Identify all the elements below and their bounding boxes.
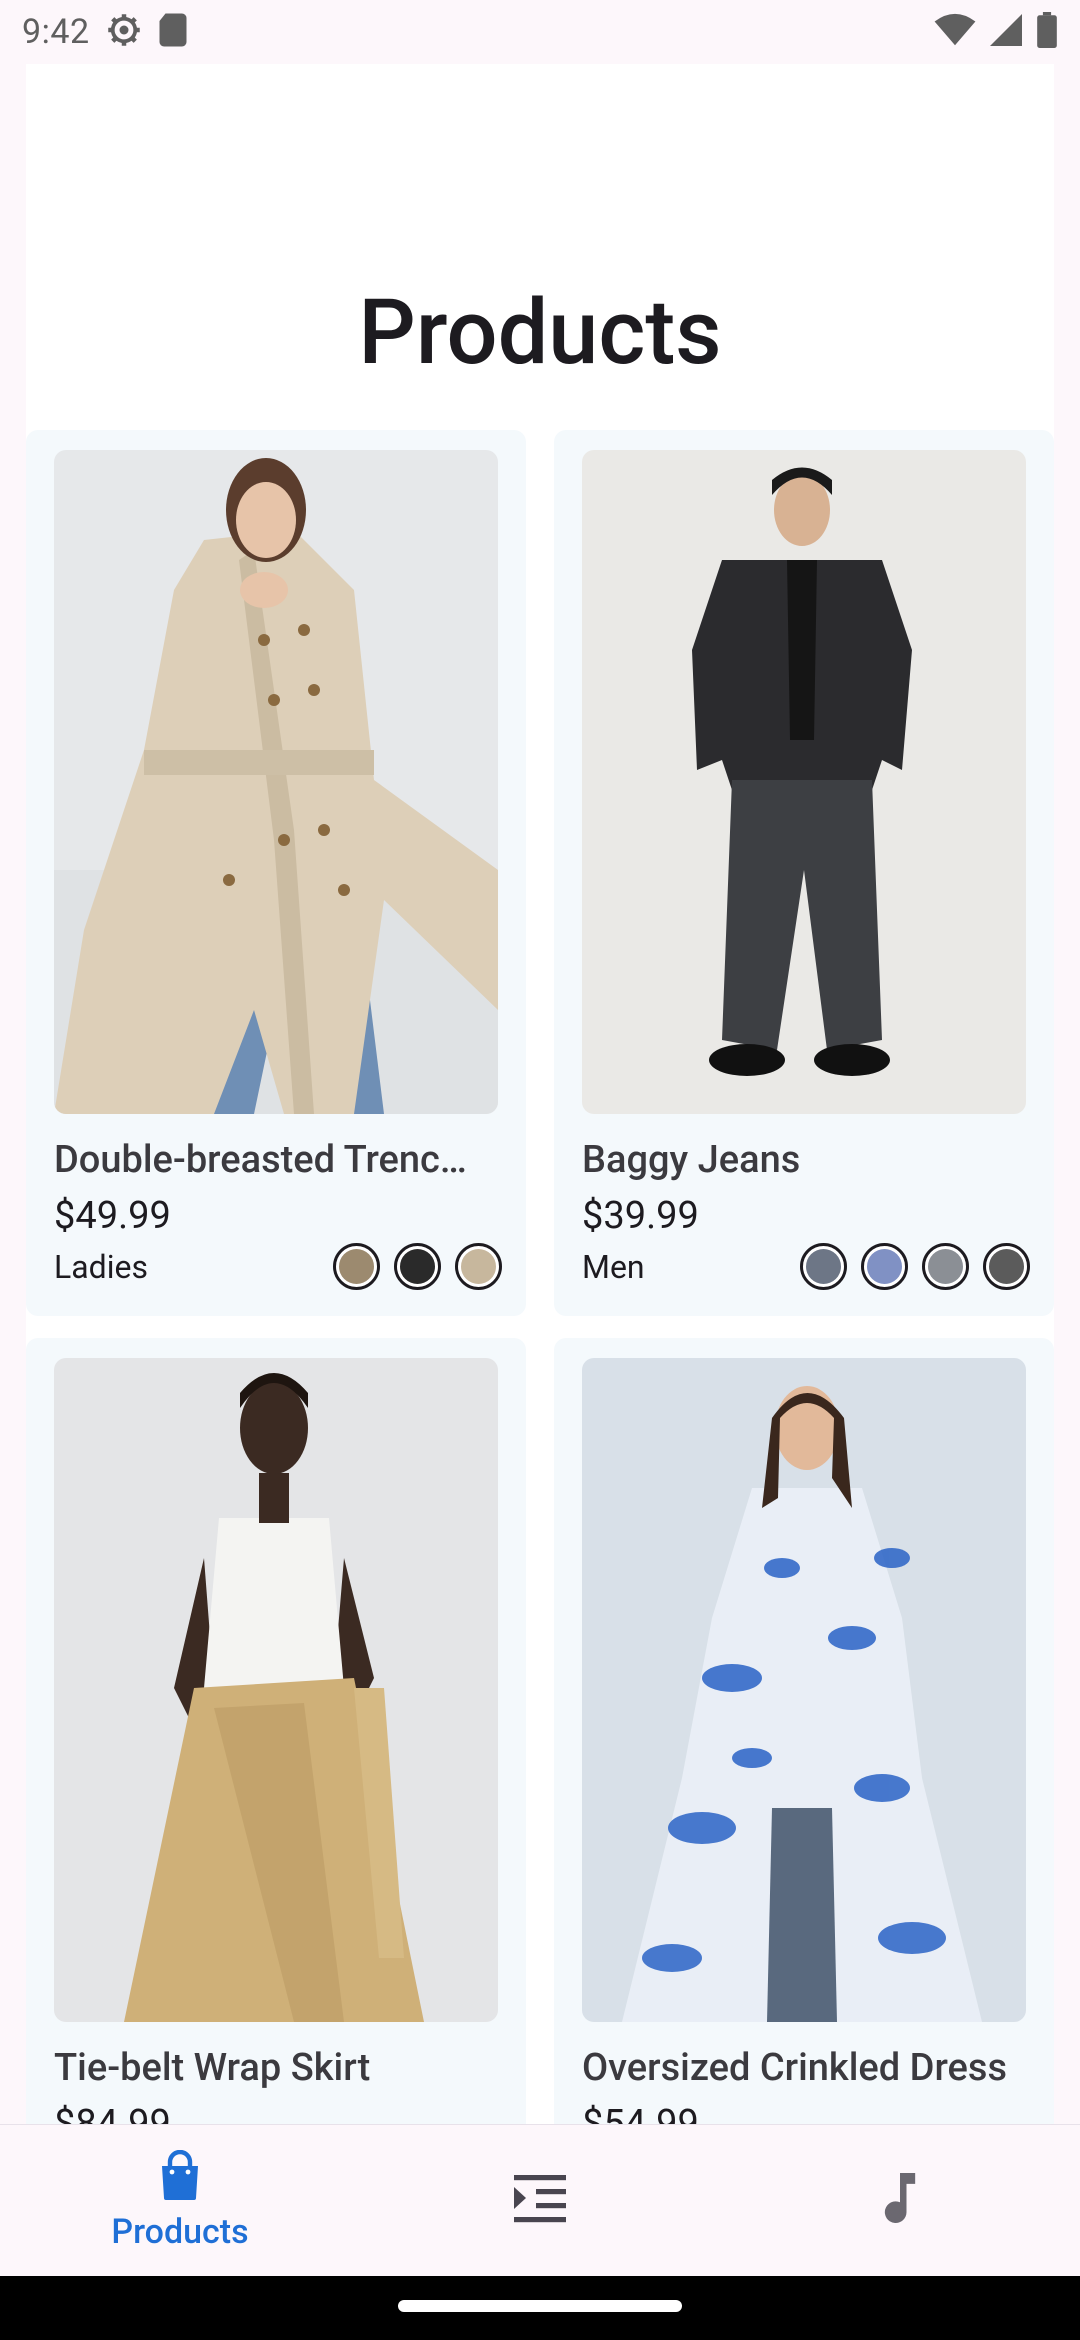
product-price: $49.99	[54, 1194, 171, 1238]
product-price: $39.99	[582, 1194, 699, 1238]
product-image	[54, 1358, 498, 2022]
product-card[interactable]: Baggy Jeans $39.99 Men	[554, 430, 1054, 1316]
color-swatch[interactable]	[800, 1243, 847, 1290]
nav-label-products: Products	[111, 2211, 249, 2252]
page-title: Products	[358, 280, 722, 385]
swatch-color	[461, 1249, 496, 1284]
swatch-color	[400, 1249, 435, 1284]
gesture-navigation-area	[0, 2276, 1080, 2340]
product-title: Tie-belt Wrap Skirt	[54, 2046, 371, 2090]
product-card[interactable]: Double-breasted Trenc… $49.99 Ladies	[26, 430, 526, 1316]
product-title: Oversized Crinkled Dress	[582, 2046, 1007, 2090]
product-card[interactable]: Tie-belt Wrap Skirt $84.99	[26, 1338, 526, 2124]
product-category: Ladies	[54, 1248, 148, 1286]
bottom-navigation: Products	[0, 2124, 1080, 2276]
product-card[interactable]: Oversized Crinkled Dress $54.99	[554, 1338, 1054, 2124]
product-image	[54, 450, 498, 1114]
product-image	[582, 1358, 1026, 2022]
nav-item-music[interactable]	[720, 2125, 1080, 2276]
status-bar: 9:42	[0, 0, 1080, 64]
sd-card-icon	[158, 12, 188, 52]
color-swatch[interactable]	[394, 1243, 441, 1290]
product-category: Men	[582, 1248, 645, 1286]
swatch-color	[806, 1249, 841, 1284]
product-grid[interactable]: Double-breasted Trenc… $49.99 Ladies Bag…	[26, 430, 1054, 2124]
product-title: Baggy Jeans	[582, 1138, 801, 1182]
cell-signal-icon	[990, 13, 1022, 51]
swatch-color	[867, 1249, 902, 1284]
product-title: Double-breasted Trenc…	[54, 1138, 467, 1182]
nav-item-products[interactable]: Products	[0, 2125, 360, 2276]
status-time: 9:42	[22, 12, 90, 52]
product-price: $84.99	[54, 2102, 171, 2124]
color-swatch[interactable]	[333, 1243, 380, 1290]
shopping-bag-icon	[156, 2149, 204, 2206]
color-swatch[interactable]	[861, 1243, 908, 1290]
product-price: $54.99	[582, 2102, 699, 2124]
nav-item-list[interactable]	[360, 2125, 720, 2276]
color-swatch[interactable]	[455, 1243, 502, 1290]
home-gesture-pill[interactable]	[398, 2300, 682, 2312]
battery-icon	[1036, 12, 1058, 52]
status-left: 9:42	[22, 12, 188, 52]
color-swatch[interactable]	[983, 1243, 1030, 1290]
color-swatch[interactable]	[922, 1243, 969, 1290]
swatch-color	[339, 1249, 374, 1284]
list-indent-icon	[514, 2174, 566, 2227]
music-note-icon	[882, 2172, 918, 2229]
wifi-icon	[934, 13, 976, 51]
swatch-color	[928, 1249, 963, 1284]
settings-gear-icon	[106, 12, 142, 52]
status-right	[934, 12, 1058, 52]
swatch-color	[989, 1249, 1024, 1284]
product-image	[582, 450, 1026, 1114]
color-swatches	[800, 1243, 1030, 1290]
color-swatches	[333, 1243, 502, 1290]
